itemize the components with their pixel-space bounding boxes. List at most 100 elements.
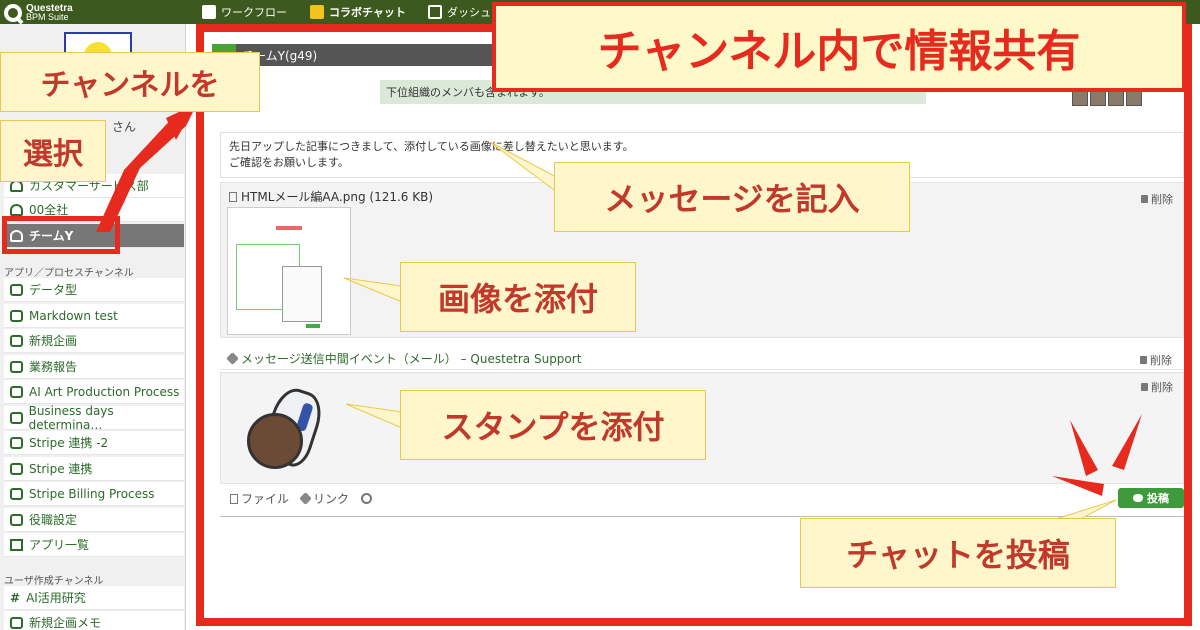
- selection-highlight: [2, 216, 120, 254]
- sidebar-item-label: 新規企画メモ: [29, 616, 102, 630]
- sidebar-app-item[interactable]: データ型: [4, 278, 184, 302]
- sidebar-app-item[interactable]: 役職設定: [4, 508, 184, 532]
- sidebar-user-channel[interactable]: # AI活用研究: [4, 586, 184, 610]
- sidebar-item-label: Stripe Billing Process: [29, 486, 155, 501]
- sidebar-item-label: Business days determina…: [28, 403, 114, 432]
- member-avatar-icon: [1108, 90, 1124, 106]
- checkbox-icon: [202, 5, 216, 19]
- sidebar-item-label: AI活用研究: [26, 591, 86, 605]
- thumb-title: [276, 226, 302, 230]
- sidebar-app-item[interactable]: 新規企画: [4, 329, 184, 353]
- attach-link-label: リンク: [313, 492, 350, 506]
- logo-text: Questetra BPM Suite: [26, 4, 73, 22]
- delete-label: 削除: [1151, 193, 1173, 206]
- tab-collab-chat[interactable]: コラボチャット: [310, 3, 406, 21]
- app-icon: [10, 309, 23, 322]
- sidebar-app-item[interactable]: Business days determina…: [4, 403, 184, 432]
- callout-post: チャットを投稿: [800, 518, 1116, 588]
- tab-dashboard-label: ダッシュ: [447, 6, 491, 19]
- link-text: メッセージ送信中間イベント（メール） – Questetra Support: [241, 352, 582, 366]
- delete-label: 削除: [1150, 354, 1172, 367]
- sidebar-app-item[interactable]: Stripe 連携 -2: [4, 431, 184, 455]
- logo-line2: BPM Suite: [26, 12, 69, 22]
- stamp-image: [239, 383, 328, 477]
- post-label: 投稿: [1147, 492, 1169, 505]
- member-avatars[interactable]: [1072, 90, 1142, 106]
- app-icon: [10, 462, 23, 475]
- app-icon: [10, 487, 23, 500]
- callout-message: メッセージを記入: [554, 162, 910, 232]
- post-button[interactable]: 投稿: [1118, 488, 1184, 508]
- callout-image: 画像を添付: [400, 262, 636, 332]
- tab-collab-chat-label: コラボチャット: [329, 6, 406, 19]
- trash-icon: [1141, 383, 1148, 391]
- hash-icon: #: [10, 590, 21, 605]
- attached-link[interactable]: メッセージ送信中間イベント（メール） – Questetra Support: [220, 348, 1184, 370]
- delete-link-button[interactable]: 削除: [1140, 352, 1172, 368]
- user-section-label: ユーザ作成チャンネル: [4, 576, 104, 587]
- image-thumbnail[interactable]: [227, 207, 351, 335]
- sidebar-app-item[interactable]: 業務報告: [4, 355, 184, 379]
- list-icon: [10, 538, 23, 551]
- sidebar-item-label: 役職設定: [29, 513, 78, 527]
- callout-select: 選択: [0, 120, 106, 182]
- attach-file-button[interactable]: ファイル: [230, 490, 289, 507]
- member-avatar-icon: [1072, 90, 1088, 106]
- trash-icon: [1141, 195, 1148, 203]
- compose-toolbar: ファイル リンク: [230, 490, 373, 507]
- sidebar-item-label: 新規企画: [29, 334, 78, 348]
- trash-icon: [1140, 356, 1147, 364]
- app-icon: [10, 385, 23, 398]
- file-name-text: HTMLメール編AA.png (121.6 KB): [241, 190, 434, 204]
- emoji-icon: [361, 493, 373, 504]
- delete-file-button[interactable]: 削除: [1141, 191, 1173, 207]
- sidebar-app-item[interactable]: Stripe Billing Process: [4, 482, 184, 506]
- app-section-label: アプリ／プロセスチャンネル: [4, 268, 134, 279]
- sidebar-user-channel[interactable]: 新規企画メモ: [4, 611, 184, 630]
- tab-workflow[interactable]: ワークフロー: [202, 3, 287, 21]
- title-banner: チャンネル内で情報共有: [492, 2, 1186, 92]
- message-line-1: 先日アップした記事につきまして、添付している画像に差し替えたいと思います。: [229, 140, 634, 153]
- delete-label: 削除: [1151, 381, 1173, 394]
- sidebar-app-item[interactable]: Stripe 連携: [4, 457, 184, 481]
- sidebar-item-label: Stripe 連携: [29, 462, 93, 476]
- sidebar-item-label: 業務報告: [29, 360, 78, 374]
- thumb-box2: [282, 266, 322, 322]
- sidebar-app-item[interactable]: AI Art Production Process: [4, 380, 184, 404]
- app-icon: [10, 411, 23, 424]
- tag-icon: [299, 492, 312, 505]
- logo[interactable]: Questetra BPM Suite: [4, 2, 73, 24]
- sidebar-item-label: アプリ一覧: [29, 538, 90, 552]
- stamp-head: [247, 413, 303, 469]
- app-icon: [10, 360, 23, 373]
- questetra-logo-icon: [4, 4, 22, 22]
- chat-bubble-icon: [310, 5, 324, 19]
- sidebar-app-item[interactable]: Markdown test: [4, 304, 184, 328]
- sidebar-item-label: Markdown test: [29, 308, 118, 323]
- member-avatar-icon: [1126, 90, 1142, 106]
- sidebar: さん カスタマーサービス部 00全社 チームY アプリ／プロセスチャンネル デー…: [0, 24, 186, 630]
- stamp-button[interactable]: [361, 493, 373, 504]
- tab-dashboard[interactable]: ダッシュ: [428, 3, 491, 21]
- file-icon: [229, 191, 237, 202]
- app-icon: [10, 283, 23, 296]
- chat-icon: [1133, 494, 1143, 502]
- thumb-button: [306, 324, 320, 328]
- lock-icon: [10, 616, 23, 629]
- app-icon: [10, 513, 23, 526]
- group-icon: [10, 203, 23, 216]
- attach-link-button[interactable]: リンク: [299, 490, 350, 507]
- delete-stamp-button[interactable]: 削除: [1141, 379, 1173, 395]
- callout-stamp: スタンプを添付: [400, 390, 706, 460]
- sidebar-item-label: AI Art Production Process: [29, 384, 180, 399]
- sidebar-app-list[interactable]: アプリ一覧: [4, 533, 184, 557]
- dashboard-icon: [428, 5, 442, 19]
- file-icon: [230, 493, 238, 504]
- app-icon: [10, 334, 23, 347]
- sidebar-item-label: データ型: [29, 283, 78, 297]
- divider: [220, 516, 1184, 517]
- tab-workflow-label: ワークフロー: [221, 6, 287, 19]
- file-name: HTMLメール編AA.png (121.6 KB): [229, 188, 433, 205]
- sidebar-item-label: Stripe 連携 -2: [29, 436, 109, 450]
- attach-file-label: ファイル: [241, 492, 290, 506]
